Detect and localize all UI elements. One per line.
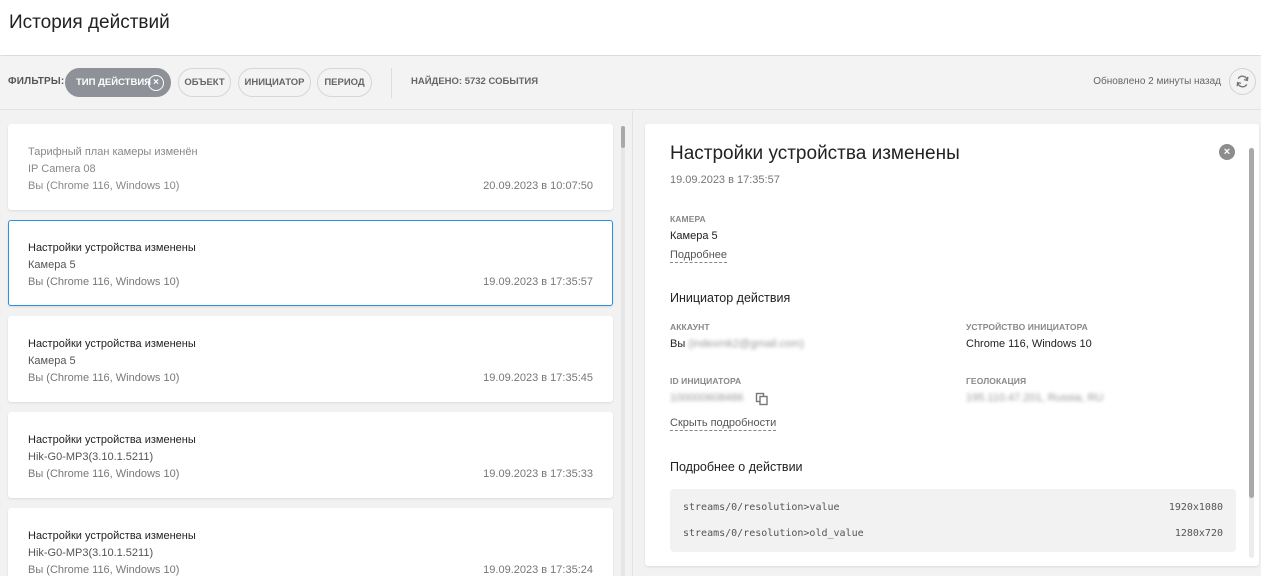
account-label: АККАУНТ (670, 322, 710, 332)
event-card[interactable]: Настройки устройства изменены Камера 5 В… (8, 316, 613, 402)
filter-chip-object[interactable]: ОБЪЕКТ (178, 68, 231, 97)
event-date: 19.09.2023 в 17:35:33 (483, 468, 593, 480)
detail-scrollbar[interactable] (1249, 148, 1254, 558)
account-prefix: Вы (670, 338, 686, 350)
change-key: streams/0/resolution>old_value (683, 528, 864, 539)
refresh-button[interactable] (1229, 68, 1256, 95)
filters-label: ФИЛЬТРЫ: (8, 76, 65, 87)
panel-divider (632, 111, 633, 576)
page-title: История действий (9, 12, 170, 33)
event-card-selected[interactable]: Настройки устройства изменены Камера 5 В… (8, 220, 613, 306)
event-initiator: Вы (Chrome 116, Windows 10) (28, 276, 180, 288)
list-scrollbar-thumb[interactable] (621, 126, 625, 148)
event-date: 19.09.2023 в 17:35:45 (483, 372, 593, 384)
event-card[interactable]: Настройки устройства изменены Hik-G0-MP3… (8, 412, 613, 498)
results-count: НАЙДЕНО: 5732 СОБЫТИЯ (411, 76, 539, 87)
event-date: 20.09.2023 в 10:07:50 (483, 180, 593, 192)
filter-chip-label: ТИП ДЕЙСТВИЯ (76, 77, 151, 88)
event-object: Камера 5 (28, 355, 76, 367)
event-detail-panel: Настройки устройства изменены 19.09.2023… (645, 124, 1259, 566)
hide-details-link[interactable]: Скрыть подробности (670, 417, 777, 431)
initiator-heading: Инициатор действия (670, 291, 791, 305)
camera-label: КАМЕРА (670, 214, 706, 224)
event-title: Настройки устройства изменены (28, 242, 196, 254)
event-title: Настройки устройства изменены (28, 530, 196, 542)
account-email-redacted: (indexmk2@gmail.com) (688, 338, 805, 350)
geo-label: ГЕОЛОКАЦИЯ (966, 376, 1027, 386)
close-icon[interactable]: × (1219, 144, 1235, 160)
event-title: Настройки устройства изменены (28, 434, 196, 446)
event-date: 19.09.2023 в 17:35:57 (483, 276, 593, 288)
event-card[interactable]: Тарифный план камеры изменён IP Camera 0… (8, 124, 613, 210)
event-initiator: Вы (Chrome 116, Windows 10) (28, 180, 180, 192)
change-row: streams/0/resolution>old_value 1280x720 (683, 528, 1223, 539)
event-initiator: Вы (Chrome 116, Windows 10) (28, 372, 180, 384)
event-list: Тарифный план камеры изменён IP Camera 0… (0, 111, 632, 576)
detail-title: Настройки устройства изменены (670, 143, 960, 164)
refresh-icon (1236, 75, 1249, 88)
event-date: 19.09.2023 в 17:35:24 (483, 564, 593, 576)
geo-redacted: 195.110.47.201, Russia, RU (966, 392, 1104, 404)
list-scrollbar[interactable] (621, 126, 625, 576)
event-object: Hik-G0-MP3(3.10.1.5211) (28, 547, 154, 559)
change-row: streams/0/resolution>value 1920x1080 (683, 502, 1223, 513)
account-value: Вы (indexmk2@gmail.com) (670, 338, 804, 350)
event-initiator: Вы (Chrome 116, Windows 10) (28, 468, 180, 480)
filter-bar: ФИЛЬТРЫ: ТИП ДЕЙСТВИЯ × ОБЪЕКТ ИНИЦИАТОР… (0, 56, 1261, 110)
divider (391, 68, 392, 98)
filter-chip-period[interactable]: ПЕРИОД (317, 68, 372, 97)
event-object: IP Camera 08 (28, 163, 96, 175)
change-value: 1920x1080 (1168, 502, 1223, 513)
event-initiator: Вы (Chrome 116, Windows 10) (28, 564, 180, 576)
filter-chip-initiator[interactable]: ИНИЦИАТОР (238, 68, 311, 97)
page-header: История действий (0, 0, 1261, 55)
change-value: 1280x720 (1174, 528, 1223, 539)
detail-scrollbar-thumb[interactable] (1249, 148, 1254, 498)
device-value: Chrome 116, Windows 10 (966, 338, 1092, 350)
change-key: streams/0/resolution>value (683, 502, 840, 513)
event-object: Камера 5 (28, 259, 76, 271)
camera-value: Камера 5 (670, 230, 718, 242)
event-title: Настройки устройства изменены (28, 338, 196, 350)
more-link[interactable]: Подробнее (670, 249, 728, 263)
event-object: Hik-G0-MP3(3.10.1.5211) (28, 451, 154, 463)
updated-status: Обновлено 2 минуты назад (1093, 76, 1221, 87)
initiator-id-redacted: 100000608486 (670, 392, 744, 404)
copy-icon[interactable] (755, 392, 769, 406)
event-title: Тарифный план камеры изменён (28, 146, 198, 158)
event-card[interactable]: Настройки устройства изменены Hik-G0-MP3… (8, 508, 613, 576)
device-label: УСТРОЙСТВО ИНИЦИАТОРА (966, 322, 1088, 332)
action-heading: Подробнее о действии (670, 460, 803, 474)
filter-chip-action-type[interactable]: ТИП ДЕЙСТВИЯ × (65, 68, 171, 97)
detail-timestamp: 19.09.2023 в 17:35:57 (670, 174, 780, 186)
clear-filter-icon[interactable]: × (148, 75, 164, 91)
initiator-id-label: ID ИНИЦИАТОРА (670, 376, 742, 386)
changes-box: streams/0/resolution>value 1920x1080 str… (670, 489, 1236, 552)
